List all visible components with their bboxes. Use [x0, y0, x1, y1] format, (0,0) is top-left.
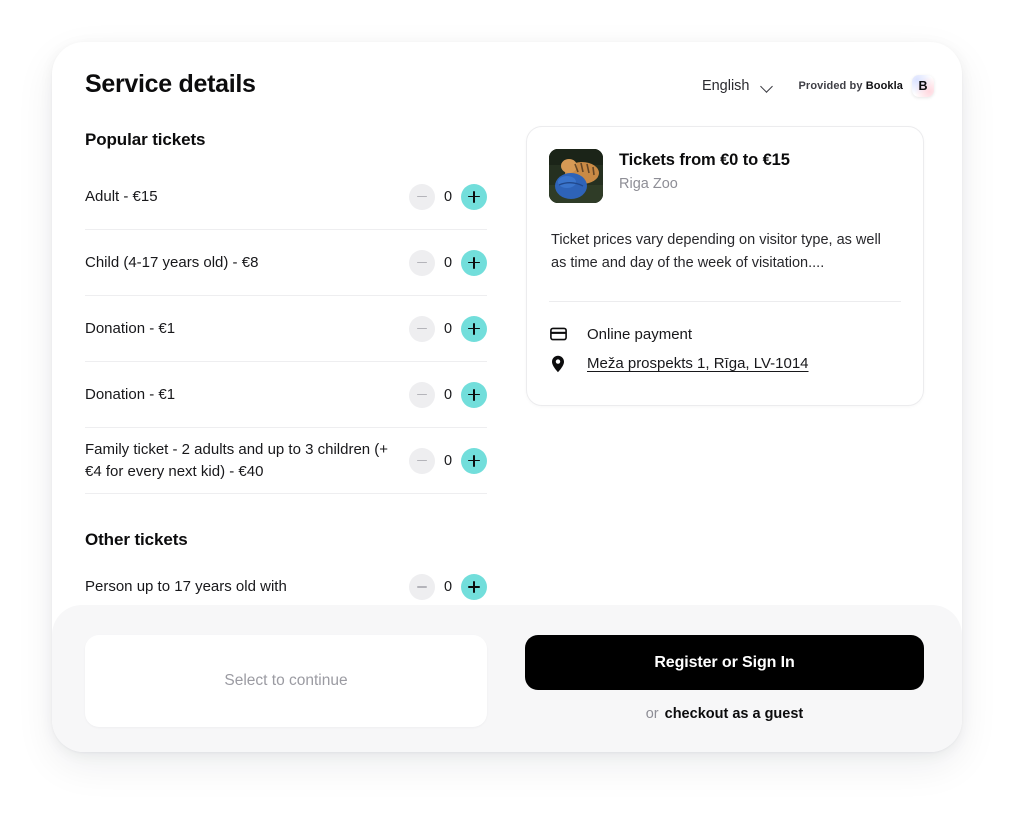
- decrease-quantity-button[interactable]: [409, 574, 435, 600]
- header-right-group: English Provided by Bookla B: [702, 75, 934, 97]
- popular-tickets-heading: Popular tickets: [85, 130, 206, 149]
- widget-header: Service details English Provided by Book…: [52, 42, 962, 120]
- decrease-quantity-button[interactable]: [409, 381, 435, 408]
- ticket-label: Donation - €1: [85, 385, 176, 403]
- summary-subtitle: Riga Zoo: [619, 176, 678, 192]
- footer-actions: Register or Sign In or checkout as a gues…: [525, 635, 924, 722]
- quantity-value: 0: [443, 386, 453, 403]
- service-summary-card: Tickets from €0 to €15 Riga Zoo Ticket p…: [526, 126, 924, 406]
- selection-summary-box: Select to continue: [85, 635, 487, 727]
- plus-icon: [468, 388, 480, 401]
- summary-title: Tickets from €0 to €15: [619, 151, 790, 169]
- decrease-quantity-button[interactable]: [409, 183, 435, 210]
- table-row: Donation - €1 0: [85, 362, 487, 428]
- increase-quantity-button[interactable]: [461, 183, 487, 210]
- increase-quantity-button[interactable]: [461, 447, 487, 474]
- language-selector[interactable]: English: [702, 78, 773, 94]
- page-root: Service details English Provided by Book…: [0, 0, 1024, 822]
- quantity-value: 0: [443, 188, 453, 205]
- language-label: English: [701, 78, 750, 94]
- plus-icon: [468, 454, 480, 467]
- increase-quantity-button[interactable]: [461, 249, 487, 276]
- credit-card-icon: [549, 327, 567, 341]
- decrease-quantity-button[interactable]: [409, 447, 435, 474]
- decrease-quantity-button[interactable]: [409, 249, 435, 276]
- payment-method-label: Online payment: [587, 325, 693, 343]
- map-pin-icon: [549, 355, 567, 373]
- checkout-as-guest-link[interactable]: checkout as a guest: [665, 706, 804, 722]
- table-row: Child (4-17 years old) - €8 0: [85, 230, 487, 296]
- quantity-value: 0: [443, 452, 453, 469]
- selection-placeholder: Select to continue: [224, 672, 348, 689]
- plus-icon: [468, 322, 480, 335]
- tiger-photo-thumbnail: [549, 149, 603, 203]
- minus-icon: [417, 586, 427, 588]
- ticket-label: Adult - €15: [85, 187, 158, 205]
- table-row: Adult - €15 0: [85, 164, 487, 230]
- table-row: Family ticket - 2 adults and up to 3 chi…: [85, 428, 487, 494]
- location-row: Meža prospekts 1, Rīga, LV-1014: [549, 349, 901, 379]
- quantity-stepper: 0: [409, 249, 487, 276]
- summary-title-group: Tickets from €0 to €15 Riga Zoo: [619, 149, 790, 192]
- minus-icon: [417, 459, 427, 462]
- plus-icon: [468, 256, 480, 269]
- quantity-stepper: 0: [409, 574, 487, 600]
- provided-by-text: Provided by Bookla: [799, 80, 904, 92]
- minus-icon: [417, 327, 427, 330]
- bookla-logo-icon: B: [912, 75, 934, 97]
- chevron-down-icon: [761, 82, 773, 90]
- guest-or-text: or: [645, 706, 659, 722]
- minus-icon: [417, 261, 427, 264]
- ticket-label: Child (4-17 years old) - €8: [85, 253, 259, 271]
- location-address-link[interactable]: Meža prospekts 1, Rīga, LV-1014: [587, 355, 809, 372]
- payment-method-row: Online payment: [549, 320, 901, 349]
- minus-icon: [417, 393, 427, 396]
- quantity-value: 0: [443, 254, 453, 271]
- quantity-value: 0: [443, 320, 453, 337]
- ticket-label: Family ticket - 2 adults and up to 3 chi…: [85, 441, 389, 480]
- divider: [549, 300, 901, 302]
- increase-quantity-button[interactable]: [461, 574, 487, 600]
- increase-quantity-button[interactable]: [461, 381, 487, 408]
- quantity-stepper: 0: [409, 183, 487, 210]
- ticket-list: Popular tickets Adult - €15 0 Child (4-1…: [85, 120, 487, 680]
- footer-bar: Select to continue Register or Sign In o…: [52, 605, 962, 752]
- page-title: Service details: [85, 70, 256, 98]
- quantity-value: 0: [443, 579, 453, 595]
- guest-checkout-line: or checkout as a guest: [525, 706, 924, 722]
- quantity-stepper: 0: [409, 447, 487, 474]
- minus-icon: [417, 195, 427, 198]
- provided-by-bookla: Provided by Bookla B: [799, 75, 934, 97]
- decrease-quantity-button[interactable]: [409, 315, 435, 342]
- summary-header: Tickets from €0 to €15 Riga Zoo: [549, 149, 901, 203]
- service-details-widget: Service details English Provided by Book…: [52, 42, 962, 752]
- ticket-label: Person up to 17 years old with: [85, 578, 287, 596]
- register-or-sign-in-button[interactable]: Register or Sign In: [525, 635, 924, 690]
- summary-description: Ticket prices vary depending on visitor …: [551, 232, 881, 271]
- bookla-brand-name: Bookla: [865, 80, 903, 92]
- other-tickets-heading: Other tickets: [85, 530, 188, 549]
- quantity-stepper: 0: [409, 315, 487, 342]
- table-row: Donation - €1 0: [85, 296, 487, 362]
- ticket-label: Donation - €1: [85, 319, 176, 337]
- provided-by-prefix: Provided by: [798, 80, 863, 92]
- plus-icon: [468, 581, 480, 593]
- increase-quantity-button[interactable]: [461, 315, 487, 342]
- quantity-stepper: 0: [409, 381, 487, 408]
- plus-icon: [468, 190, 480, 203]
